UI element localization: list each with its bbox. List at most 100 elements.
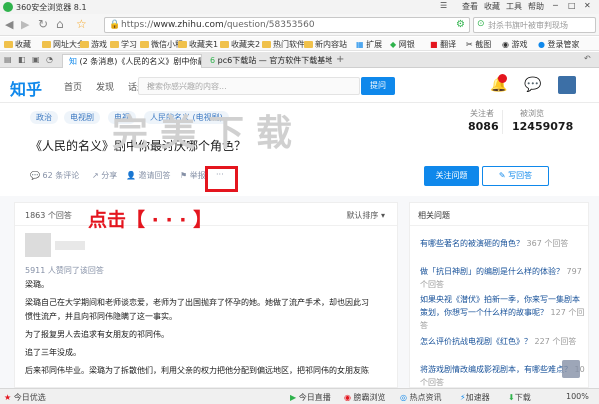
- status-item[interactable]: ◎ 热点资讯: [400, 392, 442, 403]
- bookmark-item[interactable]: 收藏夹1: [178, 39, 218, 50]
- folder-icon: [304, 41, 313, 48]
- views-count: 12459078: [512, 120, 574, 133]
- new-tab-icon[interactable]: +: [336, 54, 344, 65]
- sidebar-icon[interactable]: ◧: [18, 55, 26, 64]
- bookmark-item[interactable]: 收藏夹2: [220, 39, 260, 50]
- answer-count: 1863 个回答: [25, 211, 72, 220]
- close-icon[interactable]: ✕: [584, 1, 591, 10]
- gamepad-icon: ◉: [502, 40, 512, 49]
- comment-icon: 💬: [30, 171, 43, 180]
- star-icon[interactable]: ☆: [76, 17, 87, 31]
- feedback-icon[interactable]: [562, 360, 580, 378]
- related-question[interactable]: 有哪些著名的被演砸的角色？ 367 个回答: [420, 237, 585, 250]
- refresh-icon[interactable]: ↻: [38, 17, 48, 31]
- related-question[interactable]: 怎么评价抗战电视剧《红色》？ 227 个回答: [420, 335, 585, 348]
- answer-paragraph: 追了三年没成。: [25, 348, 81, 357]
- topic-tag[interactable]: 电视剧: [64, 111, 100, 124]
- stats-divider: [502, 110, 503, 134]
- forward-icon[interactable]: ▶: [21, 18, 29, 31]
- status-item[interactable]: ◉ 膀霸浏览: [344, 392, 386, 403]
- maximize-icon[interactable]: □: [568, 1, 576, 10]
- browser-search-placeholder: 封杀书旗叶被审判现场: [488, 21, 568, 30]
- pencil-icon: ✎: [498, 171, 509, 180]
- extensions-button[interactable]: ▦ 扩展: [356, 39, 382, 50]
- zhihu-logo[interactable]: 知乎: [10, 76, 42, 100]
- message-icon[interactable]: 💬: [524, 77, 541, 93]
- bank-button[interactable]: ◆ 网银: [390, 39, 415, 50]
- bookmark-item[interactable]: 新内容站: [304, 39, 347, 50]
- related-question[interactable]: 做「抗日神剧」的编剧是什么样的体验？ 797 个回答: [420, 265, 585, 291]
- sort-dropdown[interactable]: 默认排序 ▾: [346, 210, 385, 221]
- chevron-down-icon: ▾: [378, 211, 385, 220]
- notification-badge: [498, 74, 507, 83]
- tab-strip: ▤ ◧ ▣ ◔ 知 (2 条消息)《人民的名义》剧中你最讨厌哪个角色？ 6 pc…: [0, 52, 599, 68]
- flag-icon: ⚑: [180, 171, 190, 180]
- bookmark-item[interactable]: 热门软件: [262, 39, 305, 50]
- invite-button[interactable]: 👤 邀请回答: [126, 170, 171, 181]
- live-icon: ▶: [290, 393, 299, 402]
- user-icon: ●: [538, 40, 548, 49]
- window-menu-icon[interactable]: ☰: [440, 1, 447, 10]
- folder-icon: [140, 41, 149, 48]
- comments-button[interactable]: 💬 62 条评论: [30, 170, 79, 181]
- back-icon[interactable]: ◀: [5, 18, 13, 31]
- screenshot-button[interactable]: ✂ 截图: [466, 39, 491, 50]
- search-engine-icon[interactable]: ⊙: [477, 19, 485, 29]
- address-bar[interactable]: 🔒 https://www.zhihu.com/question/5835356…: [104, 17, 470, 33]
- search-icon[interactable]: ⌕: [147, 80, 353, 91]
- status-item[interactable]: ▶ 今日直播: [290, 392, 331, 403]
- browser-search-box[interactable]: ⊙ 封杀书旗叶被审判现场: [473, 17, 596, 33]
- status-left[interactable]: ★ 今日优选: [4, 392, 46, 403]
- grid-icon: ▦: [356, 40, 367, 49]
- answer-paragraph: 梁璐。: [25, 280, 49, 289]
- news-icon: ◎: [400, 393, 410, 402]
- bookmark-item[interactable]: 微信小程: [140, 39, 183, 50]
- tab-list-icon[interactable]: ▤: [4, 55, 12, 64]
- related-question[interactable]: 如果央视《潜伏》拍新一季，你来写一集剧本策划，你想写一个什么样的故事呢？ 127…: [420, 293, 585, 332]
- folder-icon: [42, 41, 51, 48]
- nav-explore[interactable]: 发现: [96, 80, 114, 93]
- bookmark-item[interactable]: 收藏: [4, 39, 31, 50]
- minimize-icon[interactable]: ─: [553, 1, 558, 10]
- nav-home[interactable]: 首页: [64, 80, 82, 93]
- address-url: https://www.zhihu.com/question/58353560: [121, 20, 315, 30]
- status-item[interactable]: ⚡加速器: [460, 392, 490, 403]
- view-menu[interactable]: 查看: [462, 1, 478, 12]
- bookmark-item[interactable]: 学习: [110, 39, 137, 50]
- translate-button[interactable]: ■ 翻译: [430, 39, 456, 50]
- views-label: 被浏览: [520, 109, 544, 118]
- share-button[interactable]: ↗ 分享: [92, 170, 117, 181]
- author-avatar[interactable]: [25, 233, 51, 257]
- report-button[interactable]: ⚑ 举报: [180, 170, 206, 181]
- bookmark-item[interactable]: 网址大全: [42, 39, 85, 50]
- write-answer-button[interactable]: ✎ 写回答: [482, 166, 549, 186]
- avatar[interactable]: [558, 76, 576, 94]
- tools-menu[interactable]: 工具: [506, 1, 522, 12]
- home-icon[interactable]: ⌂: [56, 17, 64, 31]
- favorites-menu[interactable]: 收藏: [484, 1, 500, 12]
- games-button[interactable]: ◉ 游戏: [502, 39, 528, 50]
- folder-icon: [220, 41, 229, 48]
- url-host: www.zhihu.com: [153, 20, 224, 30]
- author-name[interactable]: [55, 241, 85, 250]
- related-question[interactable]: 将游戏剧情改编成影视剧本，有哪些难点？ 10 个回答: [420, 363, 585, 389]
- status-item[interactable]: ⬇下载: [508, 392, 531, 403]
- follow-question-button[interactable]: 关注问题: [424, 166, 479, 186]
- tab-pc6[interactable]: 6 pc6下载站 — 官方软件下载基地_最安全...: [204, 54, 332, 68]
- zhihu-search-input[interactable]: 搜索你感兴趣的内容... ⌕: [138, 77, 360, 95]
- zhihu-header: 知乎 首页 发现 话题 搜索你感兴趣的内容... ⌕ 提问 🔔 💬: [0, 69, 599, 103]
- topic-tag[interactable]: 政治: [30, 111, 58, 124]
- dashboard-icon[interactable]: ▣: [32, 55, 40, 64]
- download-icon: ⬇: [508, 393, 515, 402]
- tab-zhihu[interactable]: 知 (2 条消息)《人民的名义》剧中你最讨厌哪个角色？: [62, 54, 202, 68]
- zoom-level[interactable]: 100%: [566, 392, 589, 401]
- security-icon[interactable]: ⚙: [456, 19, 465, 30]
- login-manager-button[interactable]: ● 登录管家: [538, 39, 580, 50]
- undo-close-icon[interactable]: ↶: [584, 54, 591, 63]
- help-menu[interactable]: 帮助: [528, 1, 544, 12]
- translate-icon: ■: [430, 40, 441, 49]
- history-icon[interactable]: ◔: [46, 55, 53, 64]
- bookmarks-bar: 收藏 网址大全 游戏 学习 微信小程 收藏夹1 收藏夹2 热门软件 新内容站 ▦…: [0, 37, 599, 51]
- ask-button[interactable]: 提问: [361, 77, 395, 95]
- bookmark-item[interactable]: 游戏: [80, 39, 107, 50]
